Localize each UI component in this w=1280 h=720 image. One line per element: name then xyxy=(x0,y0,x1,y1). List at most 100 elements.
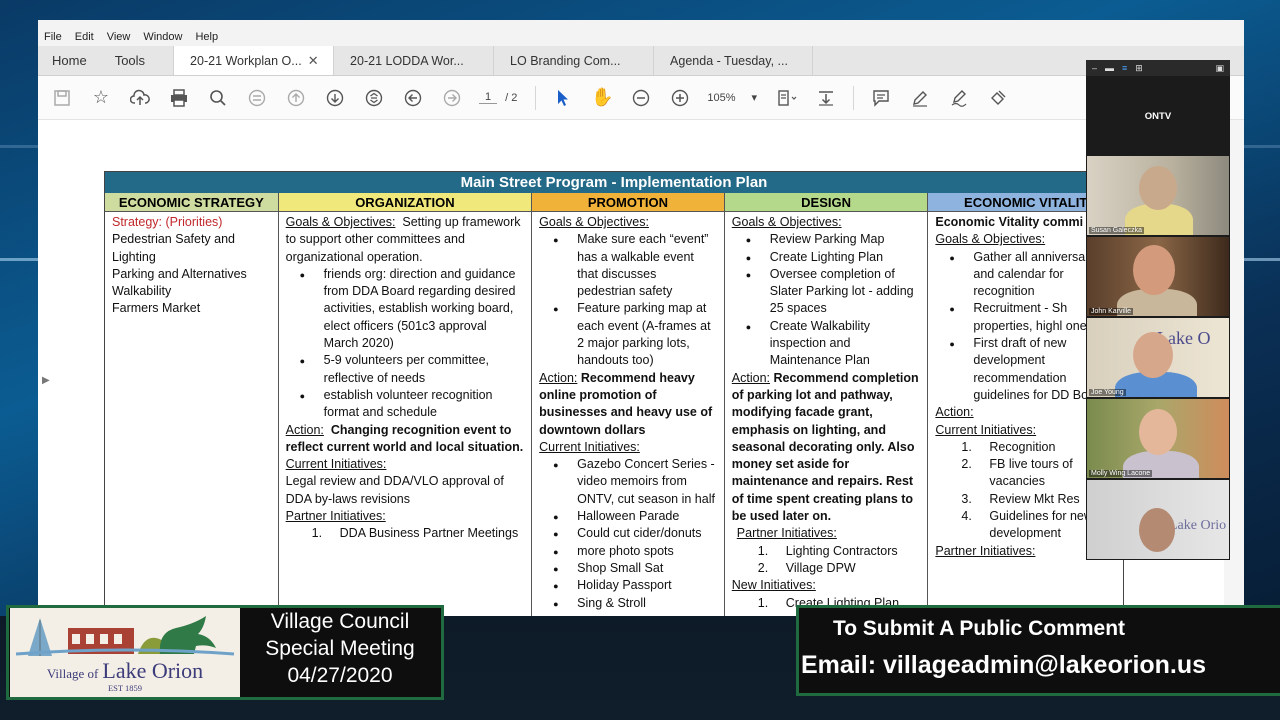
partner-initiatives-label: Partner Initiatives: xyxy=(285,509,386,524)
goals-label: Goals & Objectives: xyxy=(731,215,842,229)
logo-wordmark: Village of Lake Orion xyxy=(10,658,240,684)
list-item: Create Lighting Plan xyxy=(732,249,921,268)
list-item: Could cut cider/donuts xyxy=(539,525,717,544)
fit-page-icon[interactable] xyxy=(245,86,269,110)
list-item: 5-9 volunteers per committee, reflective… xyxy=(286,352,525,387)
participant-video[interactable]: John Karville xyxy=(1087,237,1229,316)
participant-video[interactable]: Susan Galeczka xyxy=(1087,156,1229,235)
column-economic-strategy: ECONOMIC STRATEGY Strategy: (Priorities)… xyxy=(105,193,279,616)
list-item: Sing & Stroll xyxy=(539,595,717,614)
menu-edit[interactable]: Edit xyxy=(75,31,94,43)
tab-document-branding[interactable]: LO Branding Com... xyxy=(493,46,653,75)
exit-fullscreen-icon[interactable]: ▣ xyxy=(1215,63,1224,74)
tab-label: LO Branding Com... xyxy=(510,53,621,68)
list-item: 2. Village DPW xyxy=(757,560,856,575)
list-item: Halloween Parade xyxy=(539,508,717,527)
restore-icon[interactable]: ▬ xyxy=(1105,63,1114,73)
hand-tool-icon[interactable]: ✋ xyxy=(590,86,614,110)
minimize-icon[interactable]: – xyxy=(1092,63,1097,73)
close-icon[interactable]: ✕ xyxy=(308,53,319,69)
scroll-download-icon[interactable] xyxy=(814,86,838,110)
page-down-icon[interactable] xyxy=(323,86,347,110)
action-label: Action: xyxy=(285,422,324,437)
action-paragraph: Action: Recommend heavy online promotion… xyxy=(539,370,717,439)
list-item: Gazebo Concert Series - video memoirs fr… xyxy=(539,456,717,508)
tab-bar: Home Tools 20-21 Workplan O... ✕ 20-21 L… xyxy=(38,46,1244,76)
list-item: Oversee completion of Slater Parking lot… xyxy=(732,266,921,318)
next-view-icon[interactable] xyxy=(440,86,464,110)
column-promotion: PROMOTION Goals & Objectives: Make sure … xyxy=(532,193,725,616)
host-tile: ONTV xyxy=(1144,110,1172,122)
save-icon[interactable] xyxy=(50,86,74,110)
column-header: ECONOMIC STRATEGY xyxy=(105,193,278,212)
list-item: establish volunteer recognition format a… xyxy=(286,387,525,422)
tab-tools[interactable]: Tools xyxy=(101,46,159,75)
strategy-heading: Strategy: (Priorities) xyxy=(112,215,223,229)
action-label: Action: xyxy=(731,370,770,385)
participant-figure xyxy=(1133,245,1175,295)
tab-document-workplan[interactable]: 20-21 Workplan O... ✕ xyxy=(173,46,334,75)
new-initiatives-label: New Initiatives: xyxy=(731,578,816,593)
participant-video[interactable]: Molly Wing Lacone xyxy=(1087,399,1229,478)
zoom-select[interactable]: 105% ▾ xyxy=(707,91,758,105)
meeting-date: 04/27/2020 xyxy=(287,664,393,687)
page-indicator: 1 / 2 xyxy=(479,91,517,104)
bookmark-star-icon[interactable]: ☆ xyxy=(89,86,113,110)
tab-label: Agenda - Tuesday, ... xyxy=(670,53,788,68)
tab-document-lodda[interactable]: 20-21 LODDA Wor... xyxy=(333,46,493,75)
page-number-input[interactable]: 1 xyxy=(479,91,498,104)
strategy-item: Parking and Alternatives xyxy=(112,266,247,281)
search-icon[interactable] xyxy=(206,86,230,110)
tab-home[interactable]: Home xyxy=(38,46,101,75)
page-layout-icon[interactable] xyxy=(775,86,799,110)
stamp-tool-icon[interactable] xyxy=(986,86,1010,110)
plan-title: Main Street Program - Implementation Pla… xyxy=(105,172,1123,193)
partner-initiatives-label: Partner Initiatives: xyxy=(736,526,837,541)
goals-label: Goals & Objectives: xyxy=(539,215,649,229)
menu-help[interactable]: Help xyxy=(195,31,218,43)
action-label: Action: xyxy=(539,370,578,385)
comment-icon[interactable] xyxy=(869,86,893,110)
menu-file[interactable]: File xyxy=(44,31,62,43)
print-icon[interactable] xyxy=(167,86,191,110)
action-text: Recommend completion of parking lot and … xyxy=(731,370,919,524)
chevron-down-icon: ▾ xyxy=(751,92,758,104)
participant-figure xyxy=(1133,332,1173,378)
menu-view[interactable]: View xyxy=(107,31,131,43)
highlight-pen-icon[interactable] xyxy=(908,86,932,110)
toolbar-divider xyxy=(853,85,855,110)
list-item: Feature parking map at each event (A-fra… xyxy=(539,300,717,369)
action-paragraph: Action: Recommend completion of parking … xyxy=(732,370,921,526)
scroll-mode-icon[interactable] xyxy=(362,86,386,110)
cloud-upload-icon[interactable] xyxy=(128,86,152,110)
logo-line-small: Village of xyxy=(46,666,99,681)
sign-icon[interactable] xyxy=(947,86,971,110)
logo-line-big: Lake Orion xyxy=(102,658,204,683)
zoom-in-icon[interactable] xyxy=(668,86,692,110)
meeting-title: Village Council Special Meeting 04/27/20… xyxy=(245,608,435,689)
list-item: Holiday Passport xyxy=(539,577,717,596)
action-paragraph: Action: Changing recognition event to re… xyxy=(286,422,525,457)
select-cursor-icon[interactable] xyxy=(551,86,575,110)
column-header: PROMOTION xyxy=(532,193,724,212)
pdf-viewer-window: File Edit View Window Help Home Tools 20… xyxy=(38,20,1244,616)
chevron-down-icon[interactable]: ⌄ xyxy=(1086,547,1230,558)
column-organization: ORGANIZATION Goals & Objectives: Setting… xyxy=(278,193,533,616)
gallery-view-icon[interactable]: ≡ xyxy=(1122,63,1127,73)
tab-document-agenda[interactable]: Agenda - Tuesday, ... xyxy=(653,46,814,75)
expand-panel-icon[interactable]: ▶ xyxy=(42,375,50,386)
menu-window[interactable]: Window xyxy=(143,31,182,43)
participant-video[interactable]: Lake O Joe Young xyxy=(1087,318,1229,397)
column-header: DESIGN xyxy=(724,193,928,212)
public-comment-heading: To Submit A Public Comment xyxy=(832,617,1126,640)
goals-paragraph: Goals & Objectives: Setting up framework… xyxy=(286,214,525,266)
current-initiatives-label: Current Initiatives: xyxy=(285,457,387,472)
meeting-line-2: Special Meeting xyxy=(265,637,415,660)
grid-view-icon[interactable]: ⊞ xyxy=(1135,63,1143,74)
participant-name: John Karville xyxy=(1089,308,1134,315)
zoom-out-icon[interactable] xyxy=(629,86,653,110)
previous-view-icon[interactable] xyxy=(401,86,425,110)
document-canvas[interactable]: ▶ Main Street Program - Implementation P… xyxy=(38,120,1244,616)
strategy-item: Pedestrian Safety and Lighting xyxy=(112,232,235,264)
page-up-icon[interactable] xyxy=(284,86,308,110)
